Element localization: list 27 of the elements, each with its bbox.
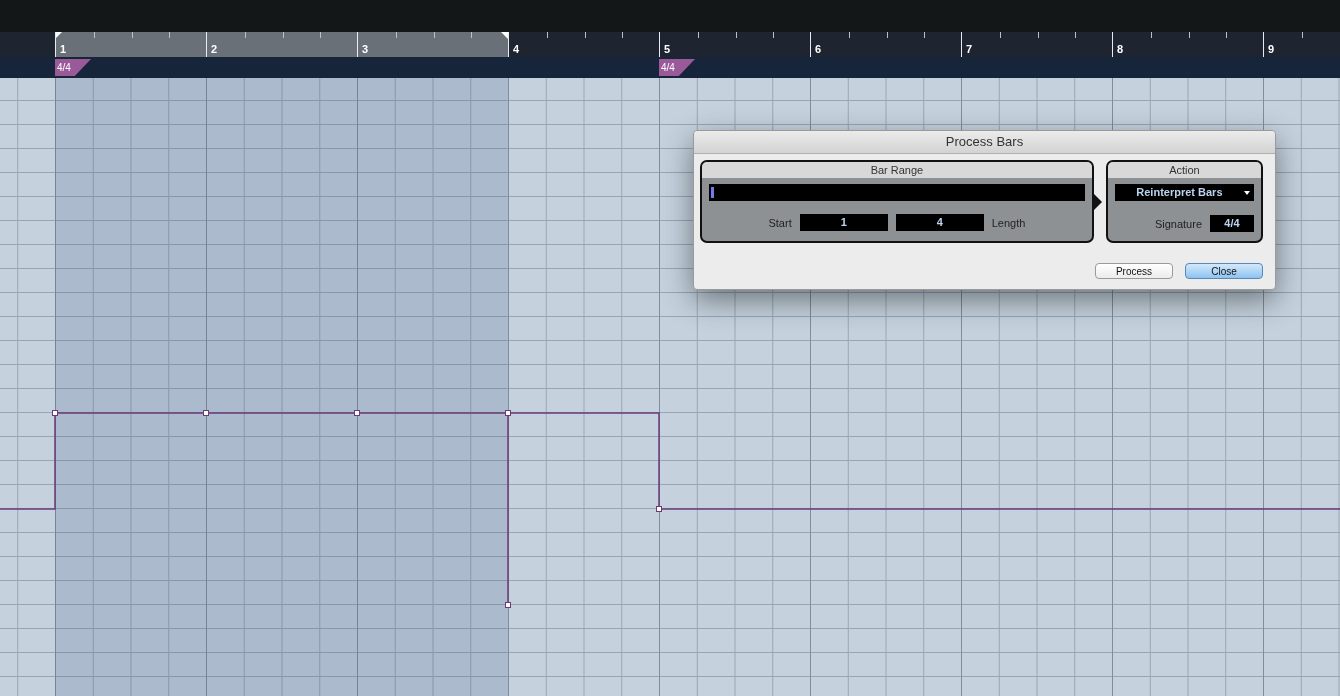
panel-title: Action — [1107, 162, 1261, 178]
bar-number: 9 — [1268, 43, 1275, 55]
bar-number: 3 — [362, 43, 369, 55]
time-signature-marker[interactable]: 4/4 — [659, 59, 695, 76]
default-button[interactable]: Close — [1185, 263, 1263, 279]
signature-field[interactable]: 4/4 — [1210, 215, 1254, 232]
bar-range-strip[interactable] — [709, 184, 1085, 201]
bar-number: 6 — [815, 43, 822, 55]
bar-number: 2 — [211, 43, 218, 55]
caret-icon — [1244, 191, 1250, 195]
bar-number: 5 — [664, 43, 671, 55]
bar-number: 4 — [513, 43, 520, 55]
action-dropdown[interactable]: Reinterpret Bars — [1114, 184, 1254, 201]
time-signature-marker[interactable]: 4/4 — [55, 59, 91, 76]
bar-number: 8 — [1117, 43, 1124, 55]
signature-label: Signature — [1154, 217, 1202, 230]
bar-number: 7 — [966, 43, 973, 55]
length-field[interactable]: 4 — [895, 214, 984, 231]
length-label: Length — [991, 216, 1026, 229]
start-label: Start — [768, 216, 792, 229]
locator-range[interactable] — [55, 32, 508, 57]
bar-number: 1 — [60, 43, 67, 55]
start-field[interactable]: 1 — [799, 214, 888, 231]
automation-curve-drawing[interactable] — [0, 410, 1340, 608]
dialog-title: Process Bars — [694, 131, 1275, 154]
panel-title: Bar Range — [702, 162, 1092, 178]
dialog-button[interactable]: Process — [1095, 263, 1173, 279]
